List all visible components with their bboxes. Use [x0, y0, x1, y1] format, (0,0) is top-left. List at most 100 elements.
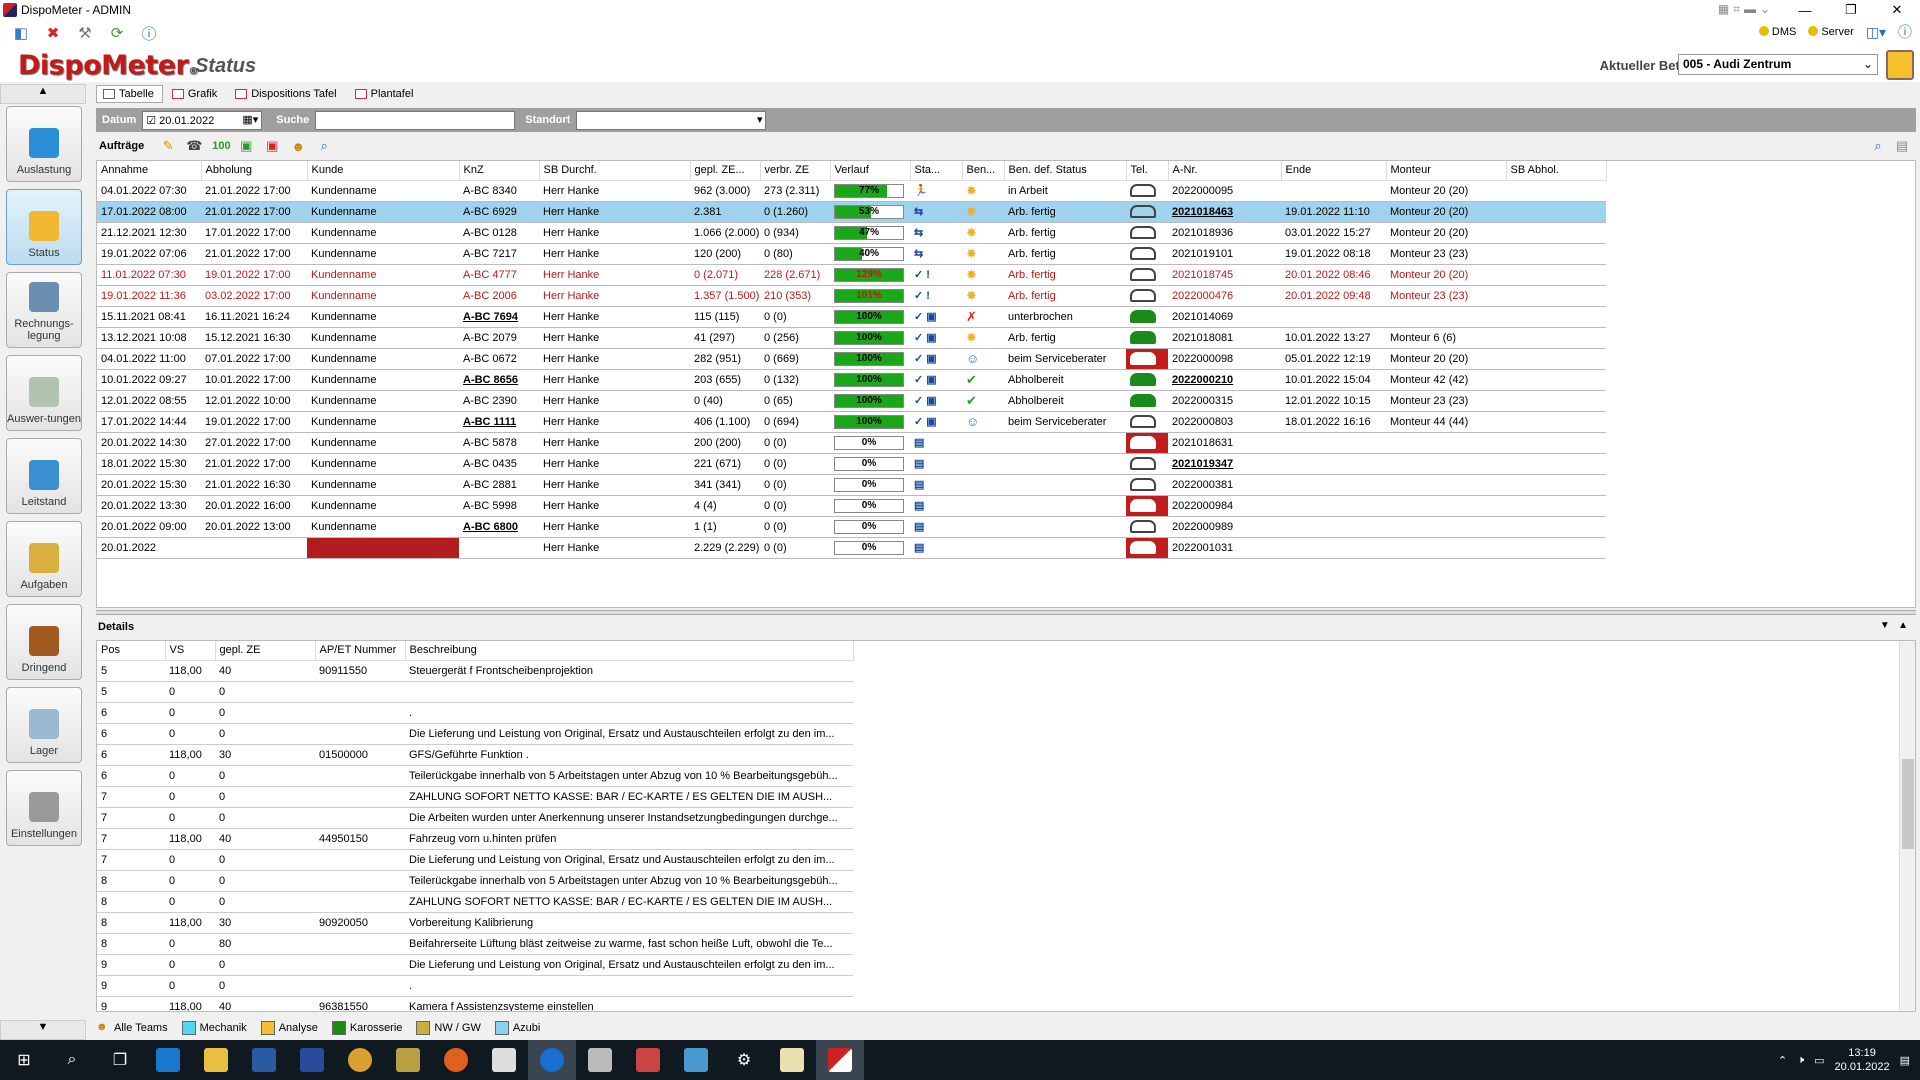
column-header[interactable]: Pos	[97, 641, 166, 661]
phone-icon[interactable]	[1130, 499, 1156, 512]
column-header[interactable]: KnZ	[459, 161, 540, 181]
monitor-icon[interactable]	[672, 1040, 720, 1080]
server-app-icon[interactable]	[576, 1040, 624, 1080]
chrome-icon[interactable]	[336, 1040, 384, 1080]
column-header[interactable]: Monteur	[1386, 161, 1507, 181]
column-header[interactable]: verbr. ZE	[760, 161, 831, 181]
column-header[interactable]: SB Abhol.	[1506, 161, 1607, 181]
team-filter[interactable]: Karosserie	[331, 1021, 402, 1035]
sidebar-item-lager[interactable]: Lager	[6, 687, 82, 763]
calendar-icon[interactable]: ▦▾	[242, 113, 258, 126]
clipboard-icon[interactable]	[1886, 50, 1914, 80]
clock[interactable]: 13:19 20.01.2022	[1835, 1046, 1890, 1074]
column-header[interactable]: A-Nr.	[1168, 161, 1282, 181]
chevron-up-icon[interactable]: ⌃	[1778, 1054, 1787, 1067]
column-header[interactable]: Tel.	[1126, 161, 1169, 181]
phone-icon[interactable]	[1130, 436, 1156, 449]
table-row[interactable]: 11.01.2022 07:30 19.01.2022 17:00 Kundenna…	[97, 264, 1606, 286]
table-row[interactable]: 19.01.2022 07:06 21.01.2022 17:00 Kundenna…	[97, 243, 1606, 265]
column-header[interactable]: SB Durchf.	[539, 161, 691, 181]
taskview-icon[interactable]: ❐	[96, 1040, 144, 1080]
phone-icon[interactable]	[1130, 415, 1156, 428]
column-header[interactable]: Sta...	[910, 161, 963, 181]
table-row[interactable]: 6 0 0 Teilerückgabe innerhalb von 5 Arbeits…	[97, 765, 853, 787]
column-header[interactable]: Annahme	[97, 161, 202, 181]
column-header[interactable]: Ende	[1281, 161, 1387, 181]
teamviewer-icon[interactable]	[528, 1040, 576, 1080]
betrieb-select[interactable]: 005 - Audi Zentrum ⌄	[1678, 54, 1878, 75]
phone-icon[interactable]	[1130, 205, 1156, 218]
phone-icon[interactable]	[1130, 520, 1156, 533]
column-header[interactable]: gepl. ZE...	[690, 161, 761, 181]
info-icon[interactable]: ⓘ	[1898, 22, 1912, 42]
sidebar-item-einstellungen[interactable]: Einstellungen	[6, 770, 82, 846]
details-controls[interactable]: ▼ ▲	[1880, 620, 1908, 631]
table-row[interactable]: 21.12.2021 12:30 17.01.2022 17:00 Kundenna…	[97, 222, 1606, 244]
maximize-button[interactable]: ❐	[1828, 0, 1874, 20]
table-row[interactable]: 7 0 0 Die Arbeiten wurden unter Anerkennung…	[97, 807, 853, 829]
column-header[interactable]: AP/ET Nummer	[315, 641, 406, 661]
phone-icon[interactable]	[1130, 478, 1156, 491]
phone-icon[interactable]	[1130, 541, 1156, 554]
start-icon[interactable]: ⊞	[0, 1040, 48, 1080]
table-row[interactable]: 900.	[97, 975, 853, 997]
table-row[interactable]: 13.12.2021 10:08 15.12.2021 16:30 Kundenna…	[97, 327, 1606, 349]
table-row[interactable]: 20.01.2022 14:30 27.01.2022 17:00 Kundenna…	[97, 432, 1606, 454]
table-row[interactable]: 9 0 0 Die Lieferung und Leistung von Origin…	[97, 954, 853, 976]
phone-icon[interactable]	[1130, 352, 1156, 365]
sidebar-item-auswertungen[interactable]: Auswer-tungen	[6, 355, 82, 431]
tools-icon[interactable]: ⚒	[76, 24, 94, 42]
chevron-down-icon[interactable]: ⌄	[1760, 2, 1770, 17]
app-icon[interactable]	[240, 1040, 288, 1080]
tab-grafik[interactable]: Grafik	[165, 85, 226, 103]
table-row[interactable]: 9 118,00 40 96381550 Kamera f Assistenzsyste…	[97, 996, 853, 1011]
team-filter[interactable]: Analyse	[260, 1021, 318, 1035]
column-header[interactable]: Ben...	[962, 161, 1005, 181]
sidebar-scroll-down[interactable]: ▼	[0, 1020, 86, 1040]
table-row[interactable]: 20.01.2022 13:30 20.01.2022 16:00 Kundenna…	[97, 495, 1606, 517]
tool-icon[interactable]	[384, 1040, 432, 1080]
team-filter[interactable]: Mechanik	[181, 1021, 247, 1035]
tab-tabelle[interactable]: Tabelle	[96, 85, 163, 103]
close-red-icon[interactable]: ✖	[44, 24, 62, 42]
details-scrollbar[interactable]	[1899, 641, 1915, 1011]
team-filter[interactable]: ☻ Alle Teams	[96, 1021, 168, 1035]
phone-icon[interactable]	[1130, 457, 1156, 470]
printer-icon[interactable]	[624, 1040, 672, 1080]
phone-icon[interactable]	[1130, 184, 1156, 197]
refresh-icon[interactable]: ⟳	[108, 24, 126, 42]
table-row[interactable]: 500	[97, 681, 853, 703]
explorer-icon[interactable]	[192, 1040, 240, 1080]
table-row[interactable]: 5 118,00 40 90911550 Steuergerät f Frontsche…	[97, 660, 853, 682]
table-row[interactable]: 8 0 0 Teilerückgabe innerhalb von 5 Arbeits…	[97, 870, 853, 892]
table-row[interactable]: 8 0 0 ZAHLUNG SOFORT NETTO KASSE: BAR / EC-…	[97, 891, 853, 913]
pin-icon[interactable]: ⌗	[1733, 2, 1740, 17]
tab-plantafel[interactable]: Plantafel	[348, 85, 423, 103]
minus-icon[interactable]: ▬	[1744, 2, 1756, 17]
columns-icon[interactable]: ▤	[1894, 138, 1910, 154]
phone-icon[interactable]	[1130, 331, 1156, 344]
powershell-icon[interactable]	[288, 1040, 336, 1080]
splitter[interactable]	[96, 610, 1916, 615]
notification-icon[interactable]: ▤	[1900, 1054, 1910, 1067]
sidebar-item-dringend[interactable]: Dringend	[6, 604, 82, 680]
team-filter[interactable]: Azubi	[494, 1021, 540, 1035]
grid-icon[interactable]: ▦	[1718, 2, 1729, 17]
users-icon[interactable]: ☻	[290, 139, 306, 154]
team-filter[interactable]: NW / GW	[416, 1021, 481, 1035]
table-row[interactable]: 15.11.2021 08:41 16.11.2021 16:24 Kundenna…	[97, 306, 1606, 328]
phone-icon[interactable]	[1130, 268, 1156, 281]
help-icon[interactable]: ⓘ	[140, 23, 158, 44]
layout-icon[interactable]: ◫▾	[1866, 24, 1886, 41]
table-row[interactable]: 10.01.2022 09:27 10.01.2022 17:00 Kundenna…	[97, 369, 1606, 391]
network-icon[interactable]: ▭	[1814, 1054, 1824, 1067]
table-row[interactable]: 04.01.2022 07:30 21.01.2022 17:00 Kundenna…	[97, 180, 1606, 202]
phone-icon[interactable]	[1130, 373, 1156, 386]
preview-icon[interactable]: ⌕	[1870, 138, 1886, 154]
firefox-icon[interactable]	[432, 1040, 480, 1080]
hundred-icon[interactable]: 100	[212, 140, 230, 152]
search-input[interactable]	[315, 110, 516, 130]
spreadsheet-icon[interactable]	[768, 1040, 816, 1080]
excel-icon[interactable]: ▣	[238, 138, 254, 154]
standort-select[interactable]: ▾	[576, 110, 767, 130]
